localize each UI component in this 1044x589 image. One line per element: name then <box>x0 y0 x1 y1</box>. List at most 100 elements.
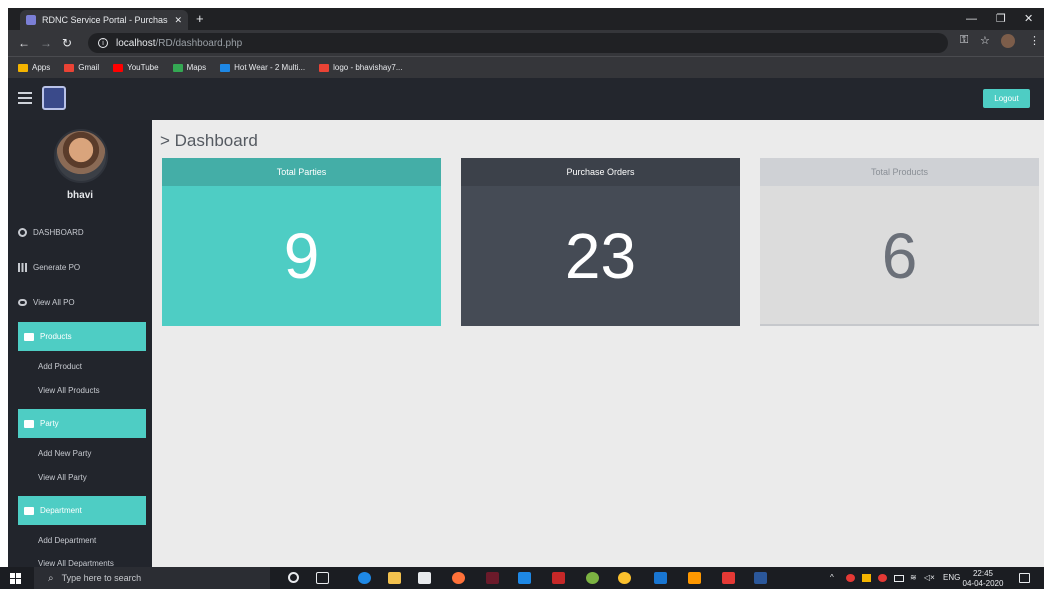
bookmark-item[interactable]: Hot Wear - 2 Multi... <box>220 63 305 72</box>
tab-title: RDNC Service Portal - Purchase <box>42 15 169 25</box>
favicon-icon <box>26 15 36 25</box>
reload-icon[interactable]: ↻ <box>62 35 72 51</box>
firefox-icon[interactable] <box>452 572 465 584</box>
main-content: > Dashboard Total Parties 9 Purchase Ord… <box>152 120 1044 567</box>
sidebar-item-generate-po[interactable]: Generate PO <box>18 263 80 272</box>
tray-chevron-up-icon[interactable]: ^ <box>830 573 834 582</box>
tray-app-icon[interactable] <box>846 574 855 582</box>
app-icon[interactable] <box>486 572 499 584</box>
new-tab-button[interactable]: + <box>196 10 204 28</box>
bookmark-icon <box>18 63 28 72</box>
chrome-icon[interactable] <box>618 572 631 584</box>
store-icon[interactable] <box>418 572 431 584</box>
stat-card-total-products[interactable]: Total Products 6 <box>760 158 1039 326</box>
word-icon[interactable] <box>754 572 767 584</box>
sidebar: bhavi DASHBOARD Generate PO View All PO … <box>8 120 152 567</box>
language-indicator[interactable]: ENG <box>943 573 960 582</box>
bookmarks-bar: Apps Gmail YouTube Maps Hot Wear - 2 Multi..… <box>8 56 1044 78</box>
bookmark-label: Gmail <box>78 63 100 72</box>
sidebar-item-dashboard[interactable]: DASHBOARD <box>18 228 84 237</box>
sidebar-item-add-new-party[interactable]: Add New Party <box>38 449 91 458</box>
filezilla-icon[interactable] <box>552 572 565 584</box>
browser-tabstrip: RDNC Service Portal - Purchase ✕ + — ❐ ✕ <box>8 8 1044 30</box>
bookmark-item[interactable]: Apps <box>18 63 50 72</box>
forward-icon[interactable]: → <box>40 35 52 51</box>
sidebar-item-view-all-party[interactable]: View All Party <box>38 473 87 482</box>
tray-app-icon[interactable] <box>862 574 871 582</box>
sidebar-section-party[interactable]: Party <box>18 409 146 438</box>
url-bar[interactable]: i localhost /RD/dashboard.php <box>88 33 948 53</box>
battery-icon[interactable] <box>894 575 904 582</box>
sidebar-item-view-all-products[interactable]: View All Products <box>38 386 100 395</box>
menu-dots-icon[interactable]: ⋮ <box>1029 34 1040 47</box>
bookmark-label: Maps <box>186 63 207 72</box>
task-view-icon[interactable] <box>316 572 329 584</box>
key-icon[interactable]: ⚿ <box>960 34 968 47</box>
dashboard-icon <box>18 228 27 237</box>
stat-card-purchase-orders[interactable]: Purchase Orders 23 <box>461 158 740 326</box>
close-tab-icon[interactable]: ✕ <box>174 15 182 26</box>
bookmark-label: Hot Wear - 2 Multi... <box>234 63 306 72</box>
bookmark-item[interactable]: Maps <box>172 63 207 72</box>
eye-icon <box>18 299 27 306</box>
sidebar-section-label: Department <box>40 506 82 515</box>
star-icon[interactable]: ☆ <box>980 34 990 47</box>
bookmark-label: Apps <box>32 63 51 72</box>
sidebar-section-products[interactable]: Products <box>18 322 146 351</box>
back-icon[interactable]: ← <box>18 35 30 51</box>
list-icon <box>24 506 34 515</box>
bookmark-icon <box>113 63 124 72</box>
profile-avatar-icon[interactable] <box>1001 34 1015 48</box>
list-icon <box>24 332 34 341</box>
hamburger-menu-icon[interactable] <box>18 92 32 104</box>
avatar <box>54 129 108 183</box>
card-label: Total Products <box>760 158 1039 186</box>
bookmark-label: YouTube <box>127 63 159 72</box>
card-value: 9 <box>162 186 441 326</box>
app-header: Logout <box>8 78 1044 120</box>
file-explorer-icon[interactable] <box>388 572 401 584</box>
bookmark-icon <box>64 63 75 72</box>
page-title: > Dashboard <box>160 131 258 150</box>
grid-icon <box>18 263 27 272</box>
bookmark-icon <box>319 63 330 72</box>
android-studio-icon[interactable] <box>586 572 599 584</box>
bookmark-item[interactable]: Gmail <box>64 63 99 72</box>
card-label: Purchase Orders <box>461 158 740 186</box>
clock[interactable]: 22:45 04-04-2020 <box>962 569 1004 589</box>
minimize-icon[interactable]: — <box>966 10 977 28</box>
bookmark-label: logo - bhavishay7... <box>333 63 403 72</box>
wifi-icon[interactable]: ≋ <box>910 573 917 582</box>
maximize-icon[interactable]: ❐ <box>996 10 1006 28</box>
stat-card-total-parties[interactable]: Total Parties 9 <box>162 158 441 326</box>
close-window-icon[interactable]: ✕ <box>1024 10 1033 28</box>
sidebar-item-add-product[interactable]: Add Product <box>38 362 82 371</box>
sidebar-username: bhavi <box>66 190 94 201</box>
logout-button[interactable]: Logout <box>983 89 1030 108</box>
info-icon[interactable]: i <box>98 38 108 48</box>
taskbar-search-input[interactable]: ⌕ Type here to search <box>34 567 270 589</box>
sidebar-item-label: View All PO <box>33 298 75 307</box>
edge-icon[interactable] <box>358 572 371 584</box>
sidebar-item-view-all-departments[interactable]: View All Departments <box>38 559 114 567</box>
cortana-icon[interactable] <box>288 572 299 583</box>
notification-icon[interactable] <box>1019 573 1030 583</box>
tray-app-icon[interactable] <box>878 574 887 582</box>
app-icon[interactable] <box>722 572 735 584</box>
volume-icon[interactable]: ◁× <box>924 573 935 582</box>
bookmark-item[interactable]: logo - bhavishay7... <box>319 63 402 72</box>
app-logo <box>42 86 66 110</box>
sidebar-item-add-department[interactable]: Add Department <box>38 536 96 545</box>
sublime-text-icon[interactable] <box>688 572 701 584</box>
bookmark-item[interactable]: YouTube <box>113 63 159 72</box>
windows-start-icon[interactable] <box>10 573 21 584</box>
sidebar-section-label: Party <box>40 419 59 428</box>
list-icon <box>24 419 34 428</box>
app-icon[interactable] <box>654 572 667 584</box>
browser-tab[interactable]: RDNC Service Portal - Purchase ✕ <box>20 10 188 30</box>
card-label: Total Parties <box>162 158 441 186</box>
mail-icon[interactable] <box>518 572 531 584</box>
sidebar-item-view-all-po[interactable]: View All PO <box>18 298 75 307</box>
sidebar-section-department[interactable]: Department <box>18 496 146 525</box>
bookmark-icon <box>172 63 183 72</box>
